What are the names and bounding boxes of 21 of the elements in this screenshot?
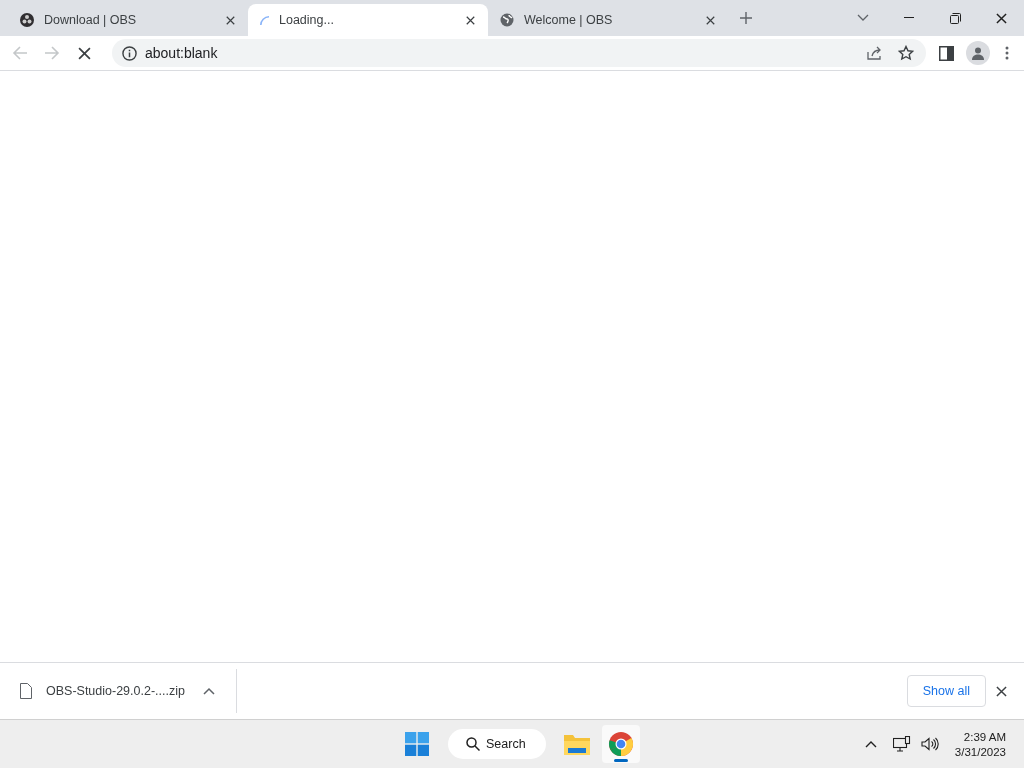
download-filename[interactable]: OBS-Studio-29.0.2-....zip: [46, 684, 185, 698]
network-icon[interactable]: [892, 736, 911, 752]
search-icon: [466, 737, 480, 751]
spinner-icon: [260, 15, 269, 25]
taskbar-app[interactable]: [601, 725, 640, 763]
profile-avatar[interactable]: [966, 41, 990, 65]
browser-tab[interactable]: Download | OBS: [8, 4, 248, 36]
date-text: 3/31/2023: [954, 745, 1006, 758]
browser-tab[interactable]: Loading...: [248, 4, 488, 36]
folder-icon: [563, 733, 590, 755]
volume-icon[interactable]: [920, 737, 939, 751]
show-all-button[interactable]: Show all: [906, 675, 986, 707]
clock[interactable]: 2:39 AM 3/31/2023: [954, 730, 1006, 758]
file-icon: [20, 683, 32, 699]
info-icon: [122, 45, 137, 61]
time-text: 2:39 AM: [963, 730, 1006, 743]
logo-icon: [20, 13, 34, 27]
address-bar[interactable]: about:blank: [112, 39, 926, 67]
search-button[interactable]: Search: [448, 729, 546, 759]
browser-tab[interactable]: Welcome | OBS: [488, 4, 728, 36]
chrome-icon: [607, 731, 634, 757]
